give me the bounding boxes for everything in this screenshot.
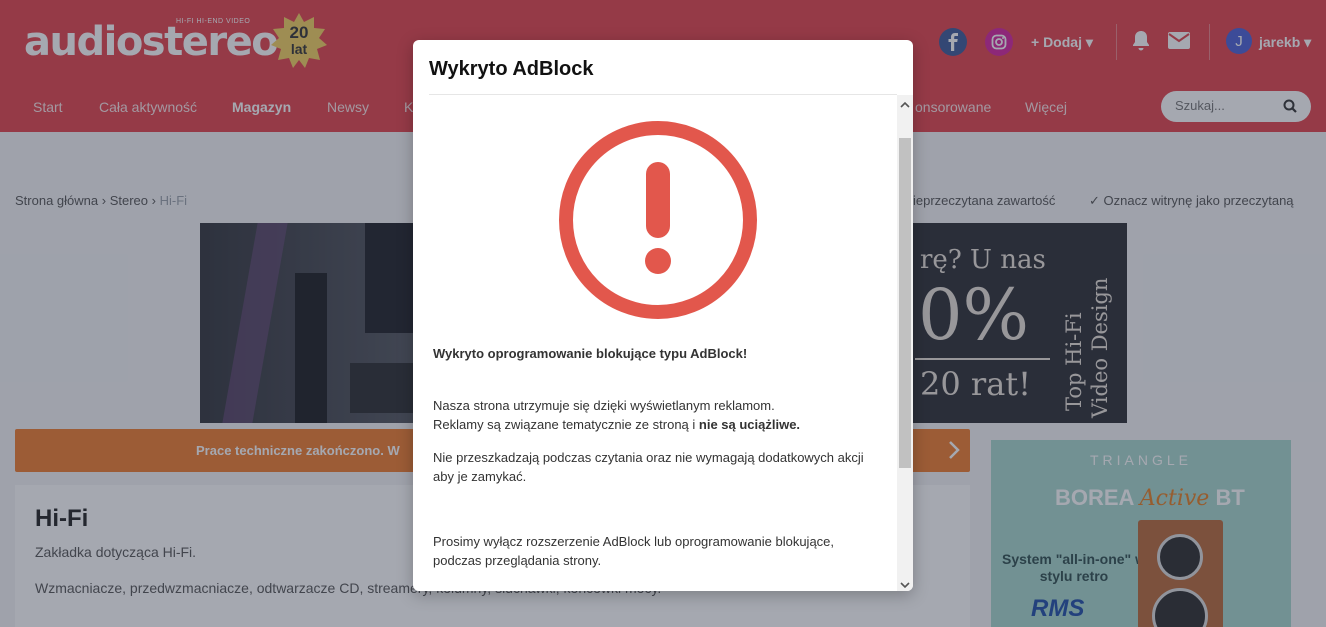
modal-p1-bold: nie są uciążliwe. xyxy=(698,417,801,432)
modal-title: Wykryto AdBlock xyxy=(429,58,594,80)
scroll-down-icon[interactable] xyxy=(900,577,910,591)
modal-body: Wykryto oprogramowanie blokujące typu Ad… xyxy=(429,95,897,591)
adblock-modal: Wykryto AdBlock Wykryto oprogramowanie b… xyxy=(413,40,913,591)
alert-circle-icon xyxy=(558,120,758,325)
modal-heading-text: Wykryto oprogramowanie blokujące typu Ad… xyxy=(433,346,748,361)
modal-p1-line1: Nasza strona utrzymuje się dzięki wyświe… xyxy=(433,398,775,413)
modal-paragraph-1: Nasza strona utrzymuje się dzięki wyświe… xyxy=(433,396,878,434)
modal-scrollbar[interactable] xyxy=(897,95,913,591)
modal-heading: Wykryto oprogramowanie blokujące typu Ad… xyxy=(433,344,878,363)
modal-paragraph-3: Prosimy wyłącz rozszerzenie AdBlock lub … xyxy=(433,534,835,568)
scroll-up-icon[interactable] xyxy=(900,97,910,115)
modal-paragraph-2: Nie przeszkadzają podczas czytania oraz … xyxy=(433,450,864,484)
scroll-thumb[interactable] xyxy=(899,138,911,468)
modal-p1-line2: Reklamy są związane tematycznie ze stron… xyxy=(433,417,699,432)
